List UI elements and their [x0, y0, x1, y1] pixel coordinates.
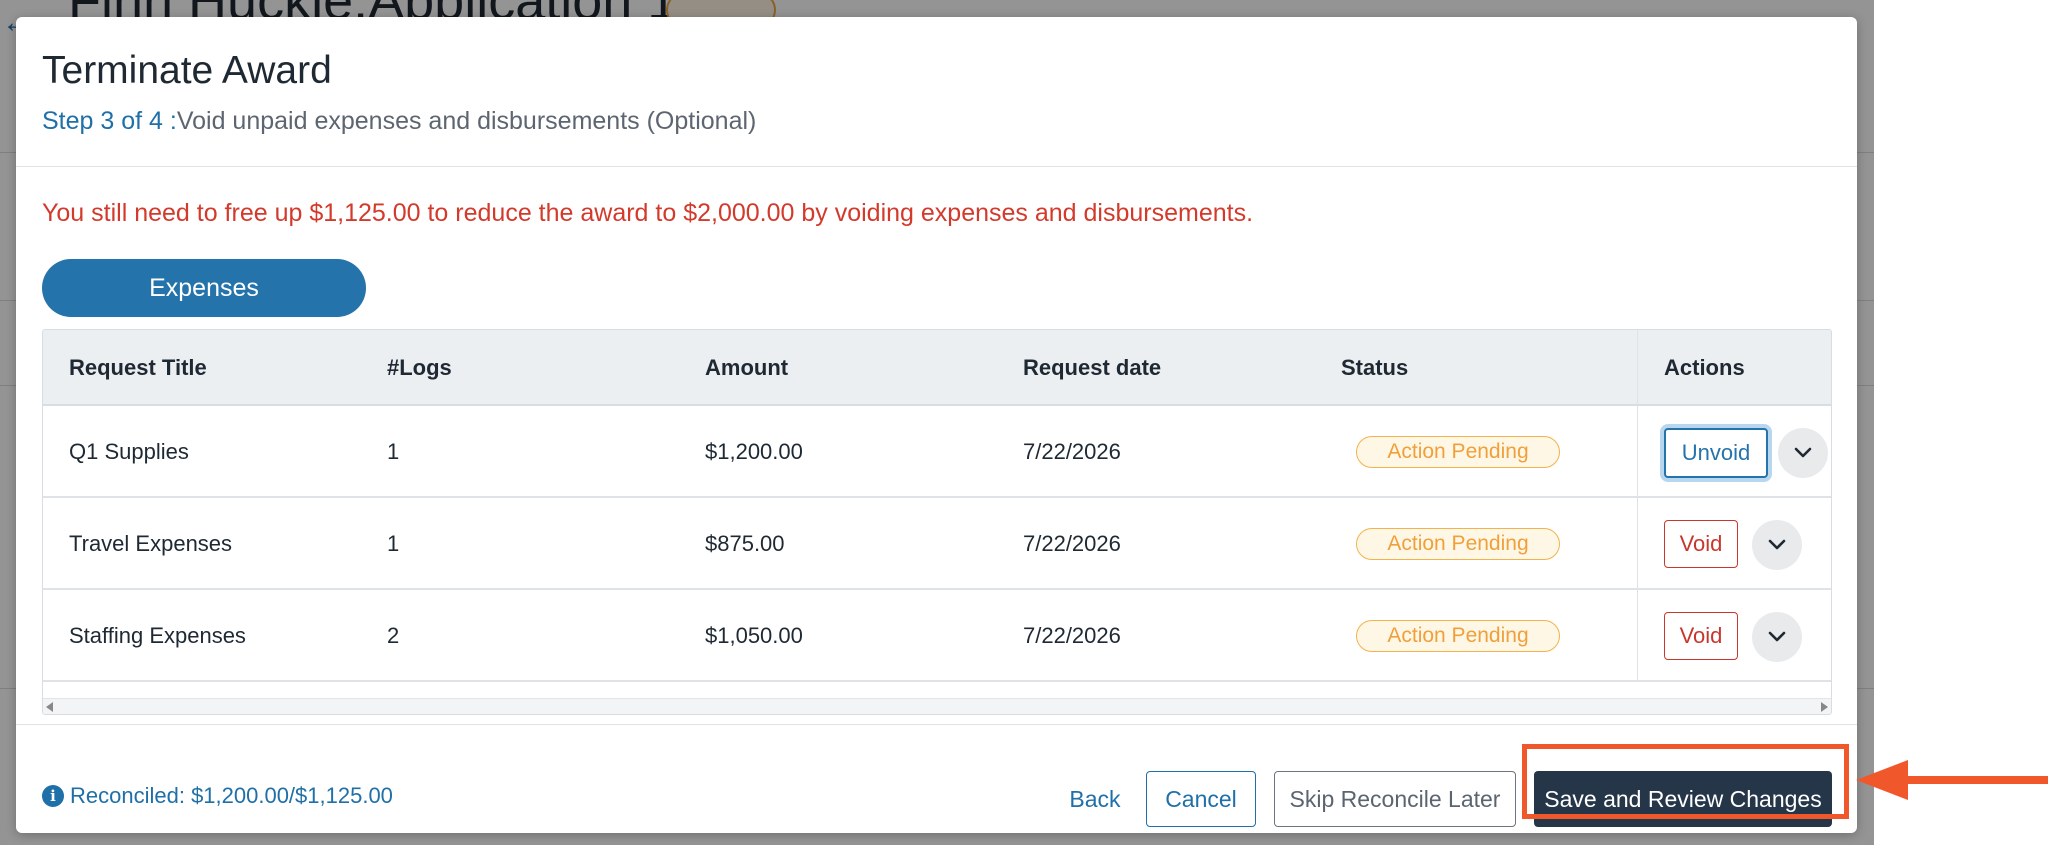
actions-column-header: Actions	[1637, 330, 1831, 404]
column-header-request-date[interactable]: Request date	[1023, 330, 1161, 406]
back-button[interactable]: Back	[1050, 771, 1140, 827]
expand-row-button[interactable]	[1778, 428, 1828, 478]
expand-row-button[interactable]	[1752, 612, 1802, 662]
expand-row-button[interactable]	[1752, 520, 1802, 570]
void-button[interactable]: Void	[1664, 612, 1738, 660]
status-badge: Action Pending	[1356, 620, 1560, 652]
column-header-logs[interactable]: #Logs	[387, 330, 452, 406]
reconciled-text: Reconciled: $1,200.00/$1,125.00	[70, 783, 393, 808]
cell-request-date: 7/22/2026	[1023, 439, 1121, 464]
step-indicator: Step 3 of 4 :Void unpaid expenses and di…	[42, 107, 756, 136]
row-actions: Void	[1637, 590, 1831, 680]
cell-amount: $1,050.00	[705, 623, 803, 648]
column-header-amount[interactable]: Amount	[705, 330, 788, 406]
cell-request-title: Travel Expenses	[69, 531, 233, 556]
cell-request-date: 7/22/2026	[1023, 531, 1121, 556]
status-badge: Action Pending	[1356, 436, 1560, 468]
cancel-button[interactable]: Cancel	[1146, 771, 1256, 827]
free-up-warning: You still need to free up $1,125.00 to r…	[42, 199, 1254, 227]
info-icon: i	[42, 785, 64, 807]
table-row: Q1 Supplies 1 $1,200.00 7/22/2026 Action…	[43, 406, 1831, 498]
column-header-actions: Actions	[1664, 355, 1745, 380]
row-actions: Unvoid	[1637, 406, 1831, 496]
tab-expenses[interactable]: Expenses	[42, 259, 366, 317]
scroll-left-icon[interactable]	[46, 702, 53, 712]
step-description: Void unpaid expenses and disbursements (…	[176, 107, 757, 135]
expenses-table: Request Title #Logs Amount Request date …	[42, 329, 1832, 715]
terminate-award-modal: Terminate Award Step 3 of 4 :Void unpaid…	[16, 17, 1857, 833]
modal-header: Terminate Award Step 3 of 4 :Void unpaid…	[16, 17, 1857, 167]
unvoid-button[interactable]: Unvoid	[1664, 428, 1768, 478]
chevron-down-icon	[1794, 447, 1812, 458]
cell-logs: 1	[387, 439, 400, 464]
column-header-status[interactable]: Status	[1341, 330, 1408, 406]
row-actions: Void	[1637, 498, 1831, 588]
pointer-arrow-icon	[1905, 776, 2048, 784]
reconciled-summary: i Reconciled: $1,200.00/$1,125.00	[42, 783, 393, 809]
column-header-request-title[interactable]: Request Title	[69, 330, 207, 406]
step-number: Step 3 of 4 :	[42, 107, 177, 135]
table-row: Staffing Expenses 2 $1,050.00 7/22/2026 …	[43, 590, 1831, 682]
table-header: Request Title #Logs Amount Request date …	[43, 330, 1831, 406]
cell-logs: 2	[387, 623, 400, 648]
horizontal-scrollbar[interactable]	[43, 698, 1831, 714]
skip-reconcile-later-button[interactable]: Skip Reconcile Later	[1274, 771, 1516, 827]
cell-logs: 1	[387, 531, 400, 556]
pointer-arrow-head-icon	[1856, 760, 1908, 800]
chevron-down-icon	[1768, 631, 1786, 642]
void-button[interactable]: Void	[1664, 520, 1738, 568]
modal-title: Terminate Award	[42, 49, 332, 92]
highlight-box	[1522, 744, 1849, 819]
cell-request-date: 7/22/2026	[1023, 623, 1121, 648]
chevron-down-icon	[1768, 539, 1786, 550]
cell-request-title: Q1 Supplies	[69, 439, 189, 464]
cell-amount: $875.00	[705, 531, 785, 556]
scroll-right-icon[interactable]	[1821, 702, 1828, 712]
cell-amount: $1,200.00	[705, 439, 803, 464]
table-row: Travel Expenses 1 $875.00 7/22/2026 Acti…	[43, 498, 1831, 590]
cell-request-title: Staffing Expenses	[69, 623, 246, 648]
status-badge: Action Pending	[1356, 528, 1560, 560]
